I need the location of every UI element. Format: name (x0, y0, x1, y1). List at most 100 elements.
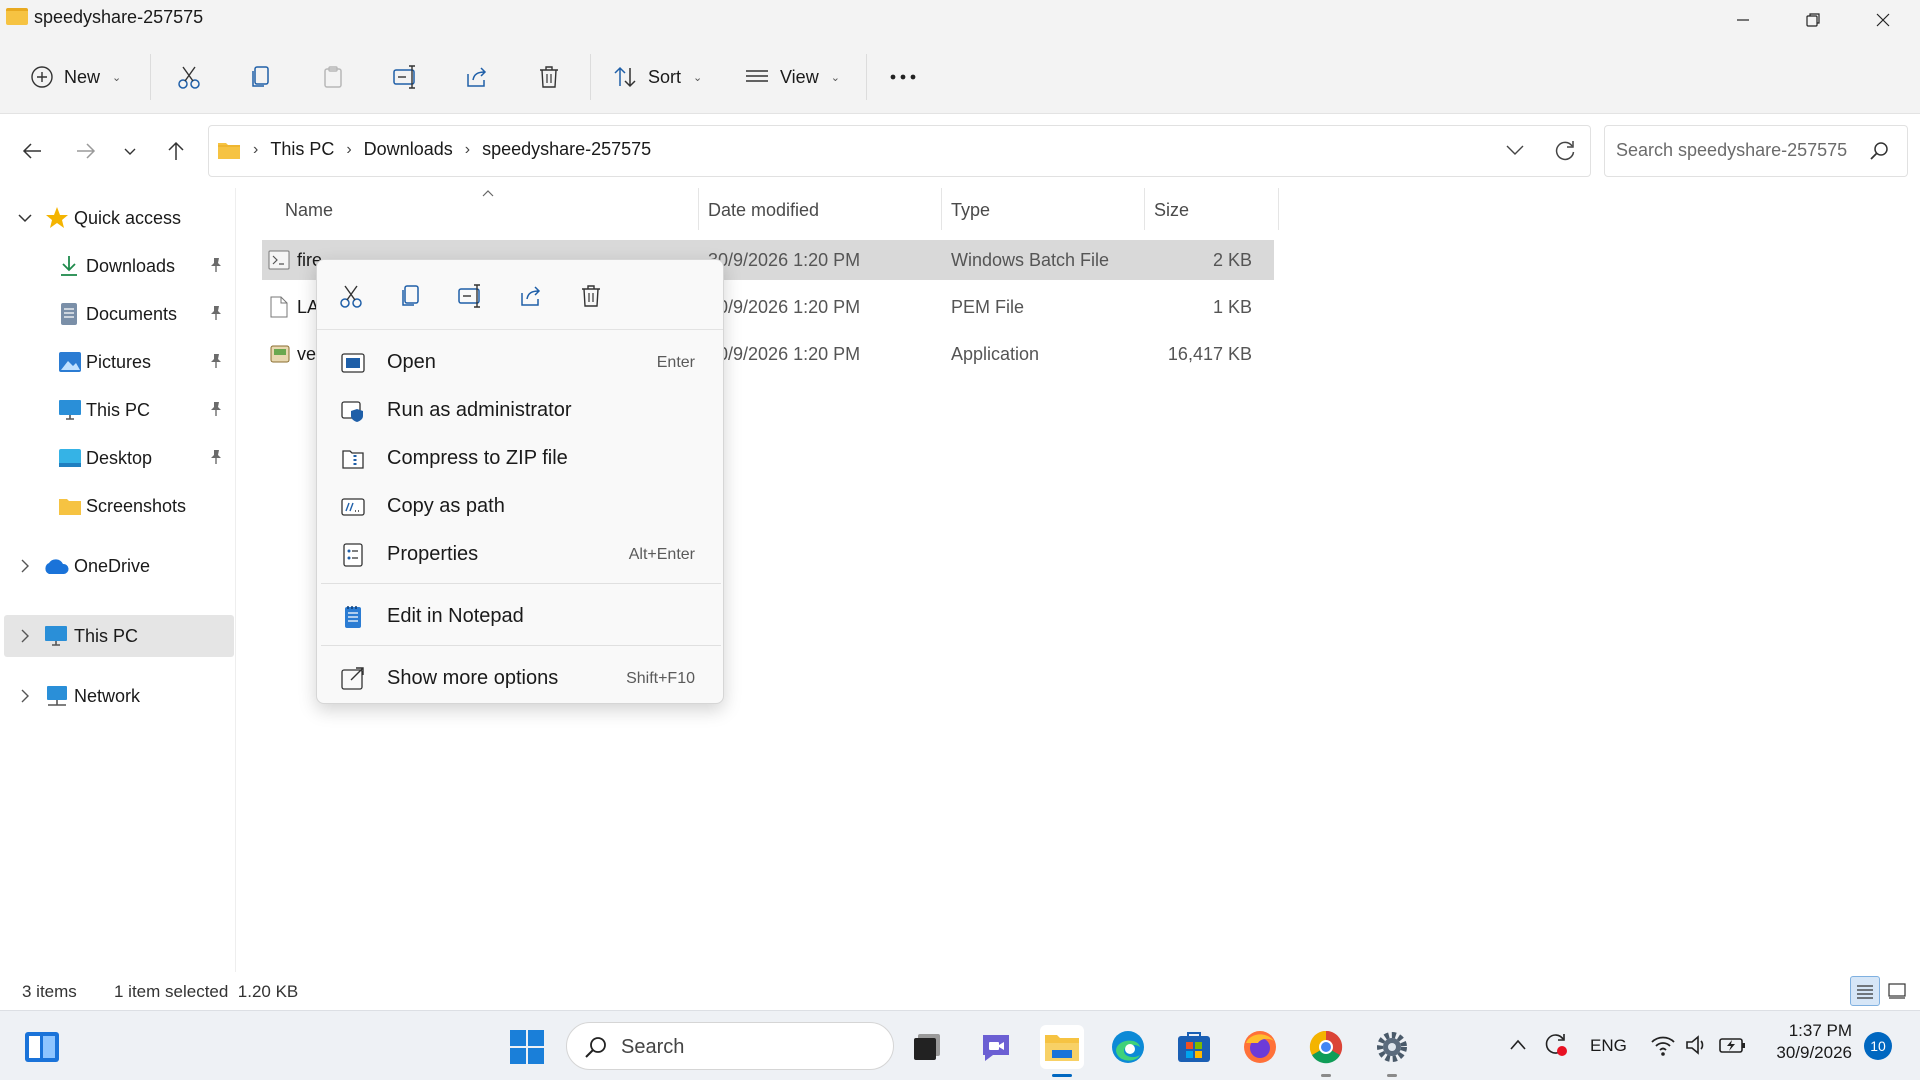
file-type: PEM File (951, 297, 1025, 317)
breadcrumb-item[interactable]: This PC (270, 139, 334, 160)
sidebar-item-label: Documents (86, 304, 178, 324)
context-copy-button[interactable] (393, 278, 429, 314)
trash-icon (582, 285, 600, 307)
chevron-right-icon: › (253, 140, 259, 158)
copy-button[interactable] (248, 56, 274, 98)
refresh-button[interactable] (1553, 139, 1577, 168)
context-item-label: Edit in Notepad (387, 605, 524, 627)
column-divider[interactable] (1278, 188, 1279, 230)
battery-button[interactable] (1718, 1033, 1748, 1062)
show-hidden-icons-button[interactable] (1508, 1035, 1528, 1060)
recent-locations-button[interactable] (112, 133, 148, 169)
tiles-view-button[interactable] (1882, 976, 1912, 1006)
maximize-button[interactable] (1778, 0, 1848, 40)
new-button[interactable]: New ⌄ (30, 56, 121, 98)
address-history-button[interactable] (1505, 142, 1525, 163)
sidebar-item-screenshots[interactable]: Screenshots (4, 485, 234, 527)
volume-button[interactable] (1684, 1033, 1710, 1062)
context-item-properties[interactable]: Properties Alt+Enter (325, 533, 717, 577)
details-view-button[interactable] (1850, 976, 1880, 1006)
sort-button[interactable]: Sort ⌄ (612, 56, 702, 98)
notification-badge[interactable]: 10 (1864, 1032, 1892, 1060)
task-view-icon (914, 1034, 940, 1060)
share-icon (521, 286, 541, 306)
network-status-button[interactable] (1650, 1033, 1676, 1062)
share-button[interactable] (464, 56, 490, 98)
sidebar-item-pictures[interactable]: Pictures (4, 341, 234, 383)
column-divider[interactable] (941, 188, 942, 230)
context-rename-button[interactable] (453, 278, 489, 314)
more-options-icon (341, 667, 364, 690)
widgets-button[interactable] (20, 1025, 64, 1069)
sidebar-item-this-pc[interactable]: This PC (4, 615, 234, 657)
paste-button[interactable] (320, 56, 346, 98)
teams-chat-button[interactable] (974, 1025, 1018, 1069)
back-button[interactable] (14, 133, 50, 169)
delete-button[interactable] (536, 56, 562, 98)
context-item-run-as-administrator[interactable]: Run as administrator (325, 389, 717, 433)
column-header-name[interactable]: Name (285, 200, 333, 221)
monitor-icon (59, 400, 81, 420)
search-input[interactable]: Search speedyshare-257575 (1604, 125, 1908, 177)
new-label: New (64, 66, 101, 87)
context-item-label: Run as administrator (387, 399, 572, 421)
column-header-type[interactable]: Type (951, 200, 990, 221)
pictures-icon (59, 352, 81, 372)
close-icon (1876, 13, 1890, 27)
microsoft-store-button[interactable] (1172, 1025, 1216, 1069)
item-count: 3 items (22, 982, 77, 1001)
firefox-button[interactable] (1238, 1025, 1282, 1069)
sidebar-item-documents[interactable]: Documents (4, 293, 234, 335)
cut-button[interactable] (176, 56, 202, 98)
file-date: 30/9/2026 1:20 PM (708, 297, 861, 317)
restore-icon (1806, 13, 1820, 27)
column-divider[interactable] (1144, 188, 1145, 230)
context-item-edit-in-notepad[interactable]: Edit in Notepad (325, 595, 717, 639)
chevron-down-icon: ⌄ (693, 71, 703, 84)
breadcrumb-item[interactable]: Downloads (364, 139, 453, 160)
close-button[interactable] (1848, 0, 1918, 40)
taskbar-search[interactable]: Search (566, 1022, 894, 1070)
clock-button[interactable]: 1:37 PM 30/9/2026 (1768, 1021, 1852, 1063)
column-divider[interactable] (698, 188, 699, 230)
pin-icon[interactable] (208, 305, 224, 321)
view-button[interactable]: View ⌄ (744, 56, 840, 98)
chrome-icon (1309, 1030, 1343, 1064)
sidebar-item-network[interactable]: Network (4, 675, 234, 717)
language-indicator[interactable]: ENG (1590, 1036, 1627, 1056)
sidebar-item-downloads[interactable]: Downloads (4, 245, 234, 287)
address-bar[interactable]: › This PC › Downloads › speedyshare-2575… (208, 125, 1591, 177)
context-item-show-more-options[interactable]: Show more options Shift+F10 (325, 657, 717, 701)
more-options-button[interactable] (888, 56, 918, 98)
edge-button[interactable] (1106, 1025, 1150, 1069)
column-header-size[interactable]: Size (1154, 200, 1189, 221)
chrome-button[interactable] (1304, 1025, 1348, 1077)
breadcrumb-item[interactable]: speedyshare-257575 (482, 139, 651, 160)
sidebar-item-quick-access[interactable]: Quick access (4, 197, 234, 239)
context-item-compress-zip[interactable]: Compress to ZIP file (325, 437, 717, 481)
forward-button[interactable] (68, 133, 104, 169)
pin-icon[interactable] (208, 257, 224, 273)
file-date: 30/9/2026 1:20 PM (708, 250, 861, 270)
pin-icon[interactable] (208, 401, 224, 417)
task-view-button[interactable] (905, 1025, 949, 1069)
context-delete-button[interactable] (573, 278, 609, 314)
context-cut-button[interactable] (333, 278, 369, 314)
settings-button[interactable] (1370, 1025, 1414, 1077)
arrow-left-icon (22, 143, 41, 159)
pin-icon[interactable] (208, 449, 224, 465)
context-item-open[interactable]: Open Enter (325, 341, 717, 385)
up-button[interactable] (158, 133, 194, 169)
column-header-date[interactable]: Date modified (708, 200, 819, 221)
context-share-button[interactable] (513, 278, 549, 314)
sidebar-item-this-pc-pinned[interactable]: This PC (4, 389, 234, 431)
minimize-button[interactable] (1708, 0, 1778, 40)
start-button[interactable] (505, 1025, 549, 1069)
file-explorer-taskbar-button[interactable] (1040, 1025, 1084, 1077)
sidebar-item-desktop[interactable]: Desktop (4, 437, 234, 479)
sync-status-button[interactable] (1542, 1031, 1570, 1064)
pin-icon[interactable] (208, 353, 224, 369)
context-item-copy-as-path[interactable]: Copy as path (325, 485, 717, 529)
sidebar-item-onedrive[interactable]: OneDrive (4, 545, 234, 587)
rename-button[interactable] (392, 56, 420, 98)
